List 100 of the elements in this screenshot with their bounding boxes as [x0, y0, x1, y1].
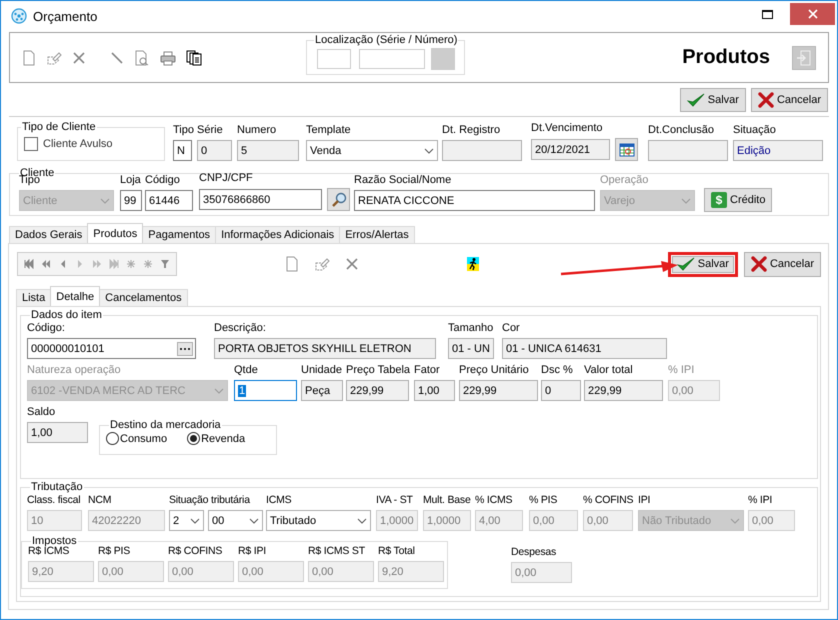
radio-circle[interactable] — [106, 432, 119, 445]
text-field[interactable]: 0,00 — [308, 561, 374, 582]
text-field[interactable] — [359, 49, 425, 69]
arrow-icon[interactable] — [41, 259, 51, 269]
text-field[interactable]: 4,00 — [475, 510, 523, 531]
text-field[interactable]: PORTA OBJETOS SKYHILL ELETRON — [214, 338, 436, 359]
exit-icon — [796, 50, 812, 66]
tab[interactable]: Cancelamentos — [99, 289, 188, 306]
text-field[interactable]: 229,99 — [459, 380, 538, 401]
field-label: % IPI — [668, 363, 694, 378]
arrow-icon[interactable] — [109, 259, 119, 269]
delete-icon[interactable] — [345, 257, 359, 271]
asterisk-icon[interactable] — [126, 259, 136, 269]
credit-button[interactable]: $ Crédito — [704, 188, 772, 212]
text-field[interactable]: 229,99 — [584, 380, 663, 401]
text-field[interactable]: 0,00 — [98, 561, 164, 582]
running-figure-icon[interactable] — [467, 257, 479, 271]
pencil-icon[interactable] — [110, 50, 124, 64]
copy-documents-icon[interactable] — [186, 50, 202, 66]
radio-circle[interactable] — [187, 432, 200, 445]
chevron-icon — [424, 148, 434, 154]
field-label: % COFINS — [583, 493, 634, 508]
tab[interactable]: Detalhe — [50, 286, 100, 306]
preview-icon[interactable] — [134, 50, 150, 66]
edit-icon[interactable] — [314, 256, 330, 272]
search-icon — [330, 192, 346, 208]
text-field[interactable]: RENATA CICCONE — [354, 190, 595, 211]
tab[interactable]: Pagamentos — [142, 226, 216, 243]
text-field[interactable]: 0,00 — [583, 510, 633, 531]
text-field[interactable]: 61446 — [145, 190, 193, 211]
text-field[interactable]: 1 — [234, 380, 297, 401]
filter-icon[interactable] — [160, 259, 170, 269]
text-field[interactable]: 0,00 — [668, 380, 720, 401]
text-field[interactable] — [442, 140, 522, 161]
tab[interactable]: Informações Adicionais — [215, 226, 340, 243]
radio-button[interactable]: Consumo — [106, 432, 168, 445]
tab[interactable]: Erros/Alertas — [339, 226, 415, 243]
exit-button[interactable] — [792, 46, 816, 70]
more-icon[interactable] — [177, 342, 193, 356]
text-field[interactable]: 1,00 — [27, 422, 88, 443]
text-field[interactable]: 1,0000 — [423, 510, 471, 531]
text-field[interactable]: 0 — [541, 380, 581, 401]
close-icon — [758, 92, 774, 108]
text-field[interactable]: Peça — [301, 380, 343, 401]
text-field[interactable]: 229,99 — [346, 380, 409, 401]
text-field[interactable]: 0,00 — [238, 561, 304, 582]
text-field[interactable]: 20/12/2021 — [531, 139, 610, 160]
printer-icon[interactable] — [160, 50, 176, 66]
text-field[interactable]: 0,00 — [529, 510, 578, 531]
field-label: Tipo Série — [173, 123, 223, 138]
tab[interactable]: Dados Gerais — [9, 226, 88, 243]
field-label: Fator — [414, 363, 440, 378]
text-field[interactable] — [317, 49, 351, 69]
text-field[interactable]: 0,00 — [168, 561, 234, 582]
text-field[interactable]: 9,20 — [378, 561, 444, 582]
search-button[interactable] — [327, 188, 350, 211]
text-field[interactable]: 1,0000 — [376, 510, 418, 531]
text-field[interactable] — [648, 140, 728, 161]
dropdown[interactable]: 2 — [169, 510, 204, 531]
text-field[interactable]: 0,00 — [511, 562, 572, 583]
field-label: Saldo — [27, 405, 56, 420]
text-field[interactable]: 10 — [27, 510, 82, 531]
text-field[interactable]: 01 - UN — [448, 338, 494, 359]
cancel-button[interactable]: Cancelar — [750, 88, 828, 112]
dropdown[interactable]: Venda — [306, 140, 438, 161]
save-button[interactable]: Salvar — [668, 252, 738, 276]
cancel-button[interactable]: Cancelar — [744, 252, 821, 276]
tab[interactable]: Lista — [16, 289, 52, 306]
asterisk-icon[interactable] — [143, 259, 153, 269]
save-button[interactable]: Salvar — [680, 88, 746, 112]
tab[interactable]: Produtos — [87, 223, 144, 243]
text-field[interactable]: 9,20 — [28, 561, 94, 582]
radio-button[interactable]: Revenda — [187, 432, 246, 445]
text-field[interactable]: 0,00 — [748, 510, 795, 531]
dropdown[interactable]: 00 — [208, 510, 263, 531]
close-button[interactable] — [790, 3, 835, 25]
checkbox-box[interactable] — [24, 137, 38, 151]
dropdown[interactable]: Tributado — [266, 510, 371, 531]
field-label: Dsc % — [541, 363, 573, 378]
text-field[interactable]: 0 — [197, 140, 232, 161]
checkbox[interactable]: Cliente Avulso — [24, 137, 158, 151]
text-field[interactable]: 35076866860 — [199, 189, 322, 210]
arrow-icon[interactable] — [92, 259, 102, 269]
text-field[interactable]: 000000010101 — [27, 338, 196, 359]
new-document-icon[interactable] — [22, 50, 36, 66]
text-field[interactable]: 99 — [120, 190, 142, 211]
arrow-icon[interactable] — [24, 259, 34, 269]
field-label: Unidade — [301, 363, 342, 378]
delete-icon[interactable] — [72, 50, 86, 64]
text-field[interactable]: 01 - UNICA 614631 — [502, 338, 667, 359]
new-document-icon[interactable] — [285, 256, 299, 272]
field-label: Preço Tabela — [346, 363, 410, 378]
edit-icon[interactable] — [46, 50, 62, 66]
calendar-button[interactable] — [615, 138, 638, 161]
text-field[interactable]: Edição — [733, 140, 823, 161]
text-field[interactable]: 42022220 — [88, 510, 165, 531]
text-field[interactable]: 1,00 — [414, 380, 455, 401]
field-label: Qtde — [234, 363, 258, 378]
text-field[interactable]: 5 — [237, 140, 299, 161]
text-field[interactable]: N — [173, 140, 192, 161]
